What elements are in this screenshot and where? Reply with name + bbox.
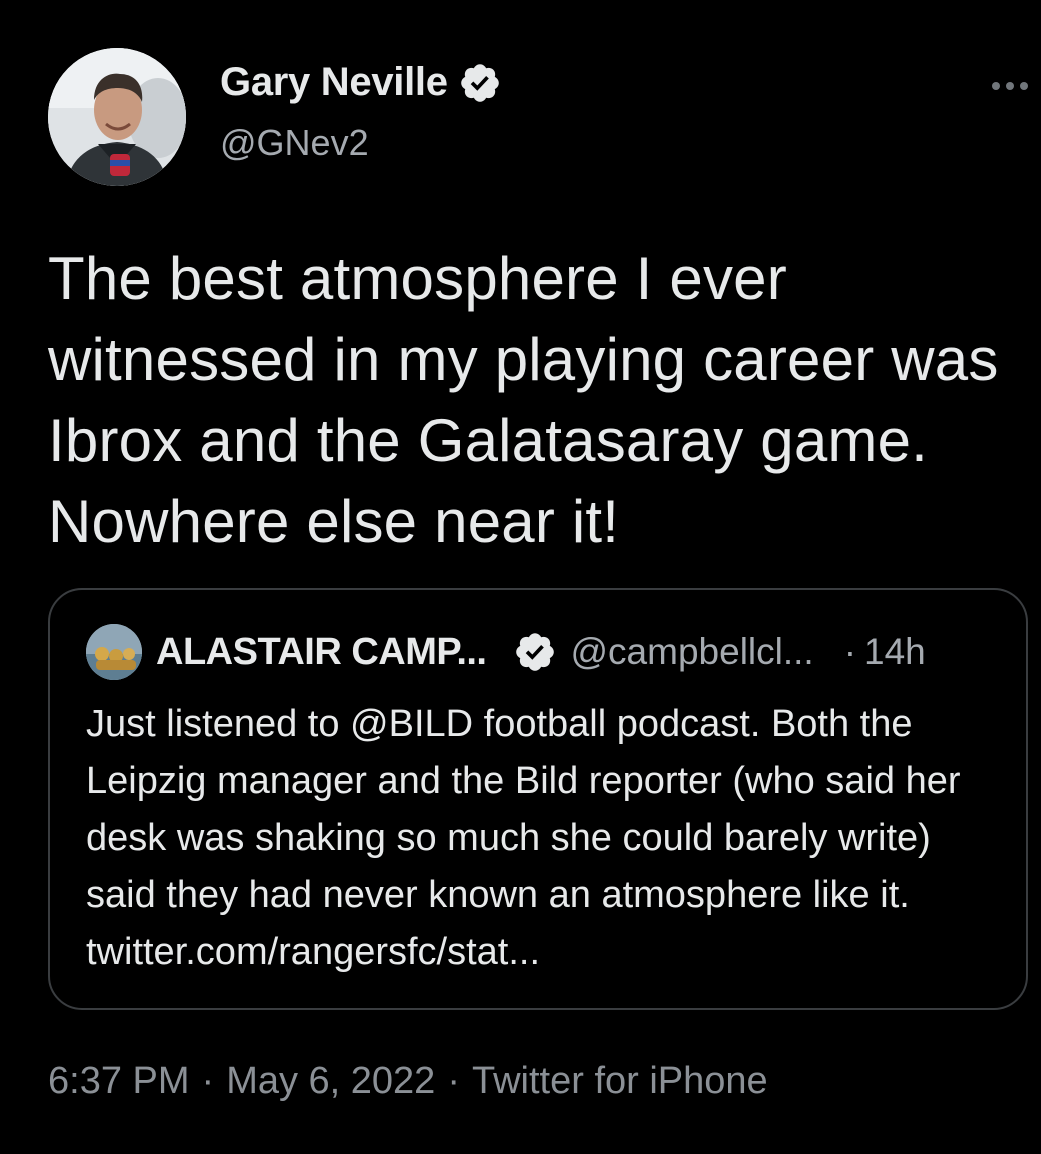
meta-separator: · <box>201 1060 215 1102</box>
tweet-text: The best atmosphere I ever witnessed in … <box>48 245 999 555</box>
quoted-tweet-card[interactable]: ALASTAIR CAMP... @campbellcl... · 14h Ju… <box>48 588 1028 1010</box>
author-display-name[interactable]: Gary Neville <box>220 60 448 105</box>
quoted-verified-badge-icon <box>513 630 557 674</box>
verified-badge-icon <box>458 61 502 105</box>
quoted-profile-photo-icon <box>86 624 142 680</box>
more-options-button[interactable] <box>982 74 1038 98</box>
tweet-time[interactable]: 6:37 PM <box>48 1060 190 1102</box>
quoted-author-display-name[interactable]: ALASTAIR CAMP... <box>156 631 487 674</box>
profile-photo-icon <box>48 48 186 186</box>
quoted-author-avatar <box>86 624 142 680</box>
tweet-source[interactable]: Twitter for iPhone <box>472 1060 768 1102</box>
tweet-date[interactable]: May 6, 2022 <box>226 1060 435 1102</box>
tweet-header: Gary Neville @GNev2 <box>48 46 1028 186</box>
author-handle[interactable]: @GNev2 <box>220 122 369 164</box>
more-horizontal-icon <box>992 82 1000 90</box>
quoted-timestamp[interactable]: 14h <box>864 631 926 673</box>
quoted-tweet-text: Just listened to @BILD football podcast.… <box>86 703 961 973</box>
quoted-tweet-header: ALASTAIR CAMP... @campbellcl... · 14h <box>86 624 926 680</box>
author-avatar[interactable] <box>48 48 186 186</box>
tweet-meta: 6:37 PM · May 6, 2022 · Twitter for iPhone <box>48 1060 768 1103</box>
quoted-separator: · <box>843 631 857 672</box>
quoted-author-handle[interactable]: @campbellcl... <box>571 631 814 673</box>
meta-separator: · <box>447 1060 460 1102</box>
